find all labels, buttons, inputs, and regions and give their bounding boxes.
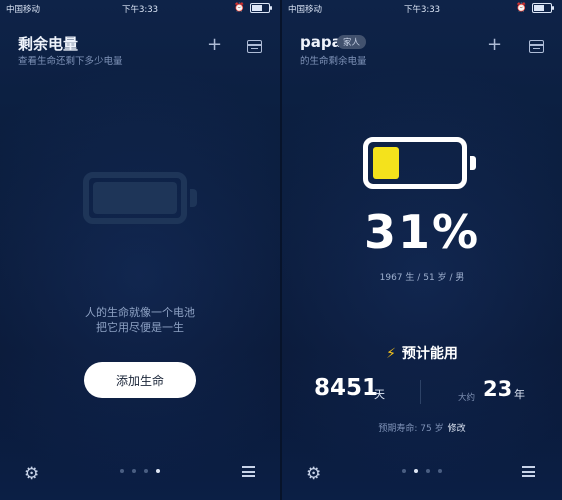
calendar-icon[interactable]	[247, 40, 262, 53]
quote-line-1: 人的生命就像一个电池	[85, 306, 195, 319]
battery-percent: 31%	[363, 205, 481, 259]
gender: 男	[455, 273, 465, 283]
empty-state-screen: 中国移动 下午3:33 ⏰ 剩余电量 查看生命还剩下多少电量 + 人的生命就像一…	[0, 0, 280, 500]
calendar-icon[interactable]	[529, 40, 544, 53]
expected-lifespan: 预期寿命: 75 岁修改	[282, 421, 562, 434]
age-unit: 岁	[437, 273, 447, 283]
age-value: 51	[423, 273, 435, 283]
page-indicator	[402, 469, 442, 473]
edit-link[interactable]: 修改	[448, 424, 466, 434]
menu-icon[interactable]	[522, 466, 535, 477]
page-dot[interactable]	[144, 469, 148, 473]
birth-year: 1967	[379, 273, 403, 283]
person-name: papa	[300, 33, 342, 51]
add-life-button[interactable]: 添加生命	[84, 362, 196, 398]
life-battery-icon	[363, 137, 467, 189]
estimate-heading: ⚡ 预计能用	[282, 343, 562, 363]
page-dot[interactable]	[438, 469, 442, 473]
page-dot-active[interactable]	[156, 469, 160, 473]
estimate-title: 预计能用	[401, 346, 458, 362]
alarm-icon: ⏰	[234, 3, 245, 13]
years-unit: 年	[514, 388, 525, 401]
status-icons: ⏰	[516, 3, 554, 13]
page-dot-active[interactable]	[414, 469, 418, 473]
battery-tip	[190, 189, 197, 207]
quote-line-2: 把它用尽便是一生	[96, 321, 184, 334]
page-dot[interactable]	[120, 469, 124, 473]
battery-level	[373, 147, 399, 179]
page-subtitle: 查看生命还剩下多少电量	[18, 56, 123, 67]
days-unit: 天	[374, 388, 385, 401]
empty-battery-icon	[83, 172, 187, 224]
page-dot[interactable]	[132, 469, 136, 473]
years-remaining: 23	[483, 377, 513, 401]
bolt-icon: ⚡	[386, 346, 396, 362]
page-dot[interactable]	[402, 469, 406, 473]
gear-icon[interactable]: ⚙	[24, 464, 39, 484]
expected-label: 预期寿命: 75 岁	[378, 424, 444, 434]
born-label: 生	[405, 273, 415, 283]
status-bar: 中国移动 下午3:33 ⏰	[282, 0, 562, 16]
about-label: 大约	[458, 393, 476, 403]
status-icons: ⏰	[234, 3, 272, 13]
relation-tag: 家人	[337, 35, 367, 49]
status-bar: 中国移动 下午3:33 ⏰	[0, 0, 280, 16]
page-dot[interactable]	[426, 469, 430, 473]
battery-tip	[470, 156, 476, 170]
days-remaining: 8451	[314, 375, 379, 401]
page-indicator	[120, 469, 160, 473]
battery-status-icon	[250, 3, 272, 13]
separator: /	[417, 273, 421, 283]
battery-status-icon	[532, 3, 554, 13]
page-title: 剩余电量	[18, 35, 79, 53]
plus-icon[interactable]: +	[207, 36, 222, 54]
person-info: 1967 生 / 51 岁 / 男	[282, 270, 562, 283]
page-subtitle: 的生命剩余电量	[300, 56, 367, 67]
stat-divider	[420, 380, 421, 404]
gear-icon[interactable]: ⚙	[306, 464, 321, 484]
separator: /	[449, 273, 453, 283]
app-screenshot: 中国移动 下午3:33 ⏰ 剩余电量 查看生命还剩下多少电量 + 人的生命就像一…	[0, 0, 562, 500]
plus-icon[interactable]: +	[487, 36, 502, 54]
menu-icon[interactable]	[242, 466, 255, 477]
alarm-icon: ⏰	[516, 3, 527, 13]
